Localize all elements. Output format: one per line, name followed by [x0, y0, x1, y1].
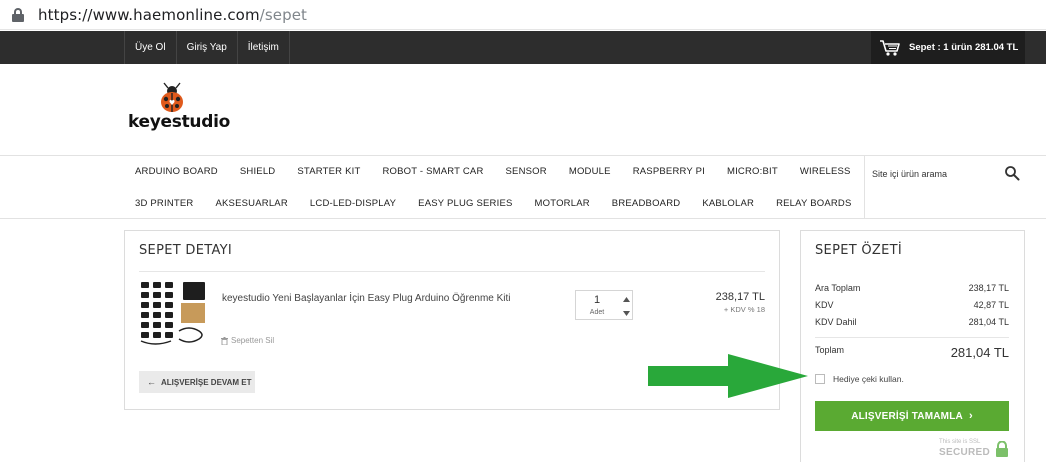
- category-nav: ARDUINO BOARD SHIELD STARTER KIT ROBOT -…: [0, 155, 1046, 219]
- nav-row-1: ARDUINO BOARD SHIELD STARTER KIT ROBOT -…: [124, 164, 862, 180]
- quantity-decrease-button[interactable]: [619, 306, 633, 320]
- url-text[interactable]: https://www.haemonline.com/sepet: [38, 6, 307, 24]
- total-label: Toplam: [815, 345, 845, 355]
- quantity-stepper[interactable]: 1 Adet: [575, 290, 633, 320]
- nav-item-starter-kit[interactable]: STARTER KIT: [286, 164, 371, 180]
- caret-down-icon: [622, 310, 630, 316]
- product-name[interactable]: keyestudio Yeni Başlayanlar İçin Easy Pl…: [222, 292, 512, 305]
- total-value: 281,04 TL: [950, 345, 1009, 360]
- nav-item-motorlar[interactable]: MOTORLAR: [524, 196, 601, 212]
- ssl-small-text: This site is SSL: [939, 439, 981, 445]
- nav-item-microbit[interactable]: MICRO:BIT: [716, 164, 789, 180]
- summary-value: 281,04 TL: [968, 317, 1009, 327]
- quantity-value[interactable]: 1: [576, 294, 618, 306]
- nav-item-sensor[interactable]: SENSOR: [495, 164, 558, 180]
- summary-label: Ara Toplam: [815, 283, 861, 293]
- browser-address-bar[interactable]: https://www.haemonline.com/sepet: [0, 0, 1046, 30]
- ssl-secured-badge: This site is SSL SECURED: [939, 439, 1011, 462]
- summary-label: KDV: [815, 300, 834, 310]
- annotation-arrow-icon: [648, 354, 808, 398]
- ladybug-logo-icon: ♥: [161, 82, 183, 112]
- top-links: Üye Ol Giriş Yap İletişim: [124, 31, 290, 64]
- continue-shopping-button[interactable]: ← ALIŞVERİŞE DEVAM ET: [139, 371, 255, 393]
- nav-item-relay-boards[interactable]: RELAY BOARDS: [765, 196, 862, 212]
- summary-total: Toplam 281,04 TL: [815, 345, 1009, 360]
- product-image[interactable]: [139, 279, 207, 349]
- cart-detail-title: SEPET DETAYI: [139, 243, 233, 258]
- item-tax-note: + KDV % 18: [723, 305, 765, 314]
- padlock-icon: [996, 441, 1008, 457]
- nav-item-raspberry-pi[interactable]: RASPBERRY PI: [622, 164, 716, 180]
- ssl-big-text: SECURED: [939, 447, 990, 458]
- top-bar: Üye Ol Giriş Yap İletişim Sepet : 1 ürün…: [0, 31, 1046, 64]
- gift-voucher-label: Hediye çeki kullan.: [833, 374, 904, 384]
- nav-item-lcd-led-display[interactable]: LCD-LED-DISPLAY: [299, 196, 407, 212]
- continue-shopping-label: ALIŞVERİŞE DEVAM ET: [161, 377, 252, 387]
- search-icon[interactable]: [1004, 165, 1020, 181]
- url-host: https://www.haemonline.com: [38, 5, 260, 24]
- nav-item-module[interactable]: MODULE: [558, 164, 622, 180]
- chevron-right-icon: ›: [968, 410, 973, 422]
- nav-divider: [864, 156, 865, 218]
- item-price: 238,17 TL + KDV % 18: [716, 291, 765, 314]
- nav-item-aksesuarlar[interactable]: AKSESUARLAR: [204, 196, 298, 212]
- nav-item-wireless[interactable]: WIRELESS: [789, 164, 862, 180]
- arrow-left-icon: ←: [147, 377, 156, 387]
- contact-link[interactable]: İletişim: [236, 31, 290, 64]
- svg-text:♥: ♥: [169, 99, 175, 107]
- login-link[interactable]: Giriş Yap: [175, 31, 237, 64]
- shopping-cart-icon: [880, 39, 900, 56]
- nav-item-easy-plug-series[interactable]: EASY PLUG SERIES: [407, 196, 523, 212]
- caret-up-icon: [622, 296, 630, 302]
- quantity-increase-button[interactable]: [619, 292, 633, 306]
- cart-button[interactable]: Sepet : 1 ürün 281.04 TL: [871, 31, 1025, 64]
- divider: [139, 271, 765, 272]
- nav-item-robot-smart-car[interactable]: ROBOT - SMART CAR: [371, 164, 494, 180]
- summary-value: 238,17 TL: [968, 283, 1009, 293]
- register-link[interactable]: Üye Ol: [124, 31, 176, 64]
- logo-brand-text: keyestudio: [128, 112, 231, 132]
- summary-row-tax-included: KDV Dahil 281,04 TL: [815, 317, 1009, 327]
- nav-item-3d-printer[interactable]: 3D PRINTER: [124, 196, 204, 212]
- lock-icon: [12, 7, 24, 22]
- complete-purchase-button[interactable]: ALIŞVERİŞİ TAMAMLA ›: [815, 401, 1009, 431]
- site-logo[interactable]: ♥ keyestudio: [128, 82, 230, 134]
- cart-summary-panel: SEPET ÖZETİ Ara Toplam 238,17 TL KDV 42,…: [800, 230, 1025, 462]
- gift-voucher-option[interactable]: Hediye çeki kullan.: [815, 374, 904, 384]
- trash-icon: [221, 336, 228, 345]
- remove-label: Sepetten Sil: [231, 336, 275, 345]
- summary-label: KDV Dahil: [815, 317, 857, 327]
- search-input[interactable]: [872, 166, 992, 182]
- gift-voucher-checkbox[interactable]: [815, 374, 825, 384]
- nav-row-2: 3D PRINTER AKSESUARLAR LCD-LED-DISPLAY E…: [124, 196, 863, 212]
- nav-item-shield[interactable]: SHIELD: [229, 164, 287, 180]
- item-price-amount: 238,17 TL: [715, 291, 765, 303]
- complete-purchase-label: ALIŞVERİŞİ TAMAMLA: [851, 410, 963, 422]
- url-path: /sepet: [259, 5, 308, 24]
- quantity-unit: Adet: [589, 309, 605, 316]
- nav-item-arduino-board[interactable]: ARDUINO BOARD: [124, 164, 229, 180]
- summary-value: 42,87 TL: [973, 300, 1009, 310]
- remove-from-cart-link[interactable]: Sepetten Sil: [221, 336, 274, 345]
- cart-summary-title: SEPET ÖZETİ: [815, 243, 903, 258]
- cart-summary-text: Sepet : 1 ürün 281.04 TL: [909, 42, 1019, 53]
- summary-row-tax: KDV 42,87 TL: [815, 300, 1009, 310]
- nav-item-breadboard[interactable]: BREADBOARD: [601, 196, 692, 212]
- nav-item-kablolar[interactable]: KABLOLAR: [691, 196, 765, 212]
- summary-row-subtotal: Ara Toplam 238,17 TL: [815, 283, 1009, 293]
- divider: [815, 337, 1009, 338]
